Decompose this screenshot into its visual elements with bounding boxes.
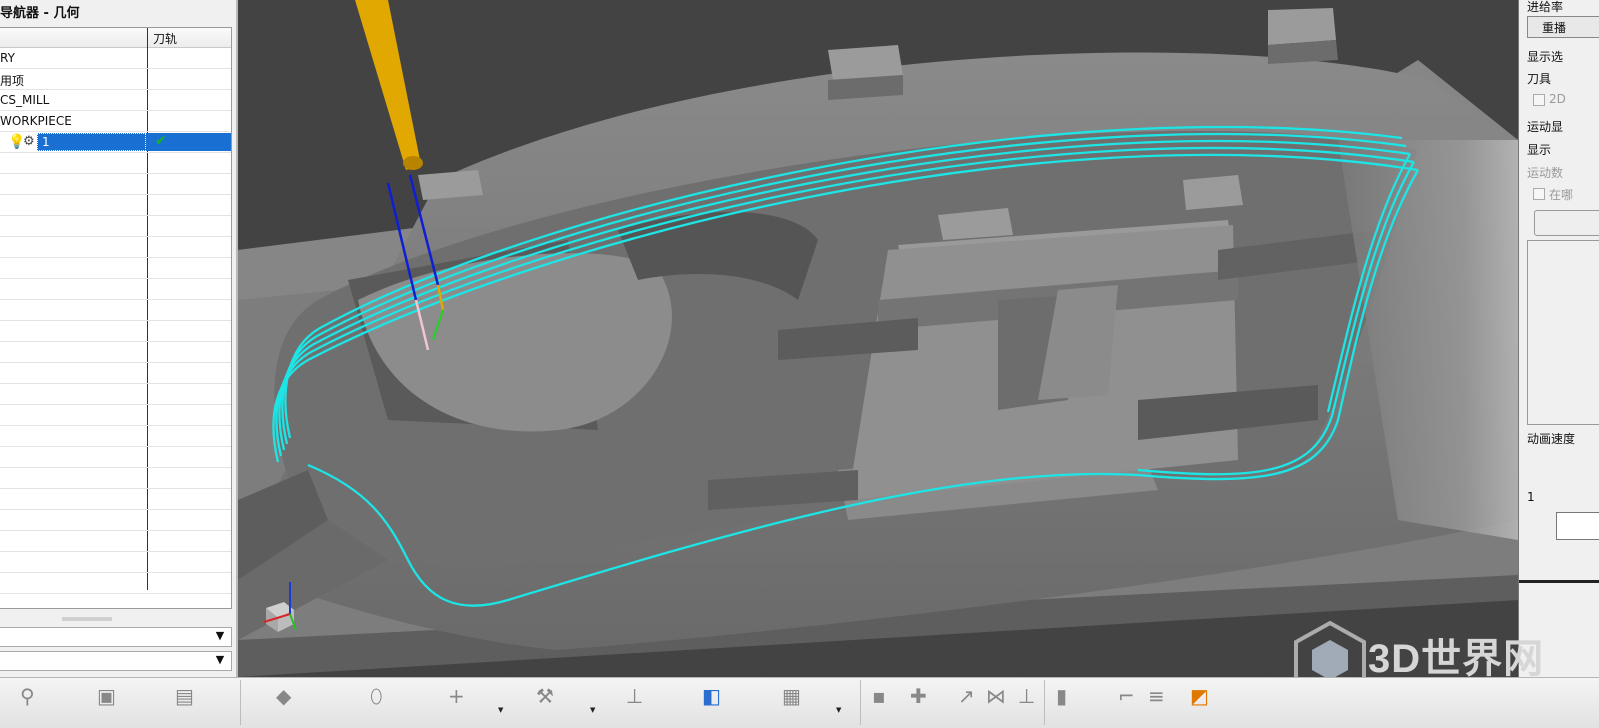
toolpath-ok-check-icon: ✔ [155, 133, 167, 149]
part-model [238, 0, 1518, 677]
machine-tool-icon[interactable]: ▣ [97, 684, 116, 708]
program-order-icon[interactable]: ⚲ [20, 684, 35, 708]
tree-row[interactable]: RY [0, 48, 231, 69]
navigator-tree[interactable]: 刀轨 RY 用项 CS_MILL WORKPIECE 💡 ⚙ 1 ✔ › [0, 27, 232, 609]
geometry-icon[interactable]: ▤ [175, 684, 194, 708]
animation-speed-label: 动画速度 [1527, 432, 1576, 446]
visualize-panel: 进给率 重播 显示选 刀具 2D 运动显 显示 运动数 在哪 动画速度 1 [1518, 0, 1599, 690]
layout-icon[interactable]: ▮ [1056, 684, 1067, 708]
mirror-icon[interactable]: ⋈ [986, 684, 1006, 708]
tree-row[interactable]: CS_MILL [0, 90, 231, 111]
stairs-icon[interactable]: ≡ [1148, 684, 1165, 708]
transform-icon[interactable]: ↗ [958, 684, 975, 708]
operation-navigator: 导航器 - 几何 刀轨 RY 用项 CS_MILL WORKPIECE 💡 ⚙ … [0, 0, 238, 690]
playback-control[interactable] [1556, 512, 1599, 540]
in-checkbox[interactable] [1533, 188, 1545, 200]
2d-checkbox[interactable] [1533, 94, 1545, 106]
selected-operation-row[interactable]: 💡 ⚙ 1 ✔ [0, 132, 231, 153]
create-program-icon[interactable]: ⬯ [370, 684, 383, 708]
chevron-down-icon[interactable]: ▼ [211, 629, 229, 645]
tree-row[interactable]: WORKPIECE [0, 111, 231, 132]
postprocess-icon[interactable]: ◩ [1190, 684, 1209, 708]
navigator-title: 导航器 - 几何 [0, 6, 80, 21]
add-icon[interactable]: + [448, 684, 465, 708]
details-combo-1[interactable]: ▼ [0, 627, 232, 647]
group-icon[interactable]: ▪ [872, 684, 886, 708]
create-operation-icon[interactable]: ◆ [276, 684, 291, 708]
create-tool-icon[interactable]: ⚒ [536, 684, 554, 708]
part-icon[interactable]: ◧ [702, 684, 721, 708]
verify-icon[interactable]: ▦ [782, 684, 801, 708]
tree-header: 刀轨 [0, 28, 231, 48]
display-label: 显示 [1527, 143, 1552, 157]
list-dropdown[interactable] [1534, 210, 1599, 236]
add-group-icon[interactable]: ✚ [910, 684, 927, 708]
watermark-text: 3D世界网 [1368, 637, 1545, 681]
tree-row[interactable]: 用项 [0, 69, 231, 90]
replay-tab[interactable]: 重播 [1527, 16, 1599, 38]
speed-value: 1 [1527, 490, 1535, 504]
graphics-viewport[interactable] [238, 0, 1518, 677]
2d-checkbox-label: 2D [1549, 92, 1566, 106]
axis-icon[interactable]: ⊥ [1018, 684, 1035, 708]
toolpath-column-header[interactable]: 刀轨 [153, 30, 177, 47]
splitter-handle[interactable] [62, 617, 112, 621]
bottom-toolbar: ⚲ ▣ ▤ ◆ ⬯ + ▼ ⚒ ▼ ⊥ ◧ ▦ ▼ ▪ ✚ ↗ ⋈ ⊥ ▮ ⌐ … [0, 677, 1599, 728]
tool-path-icon[interactable]: ⌐ [1118, 684, 1135, 708]
workpiece-icon[interactable]: ⊥ [626, 684, 643, 708]
motion-display-label: 运动显 [1527, 120, 1564, 134]
operation-name[interactable]: 1 [42, 135, 50, 149]
listing-area [1527, 240, 1599, 425]
details-combo-2[interactable]: ▼ [0, 651, 232, 671]
in-checkbox-label: 在哪 [1549, 188, 1574, 202]
chevron-down-icon[interactable]: ▼ [211, 653, 229, 669]
operation-type-icon: ⚙ [23, 134, 35, 149]
tool-label: 刀具 [1527, 72, 1552, 86]
feed-rate-label: 进给率 [1527, 0, 1564, 14]
display-options-label: 显示选 [1527, 50, 1564, 64]
motion-data-label: 运动数 [1527, 166, 1564, 180]
